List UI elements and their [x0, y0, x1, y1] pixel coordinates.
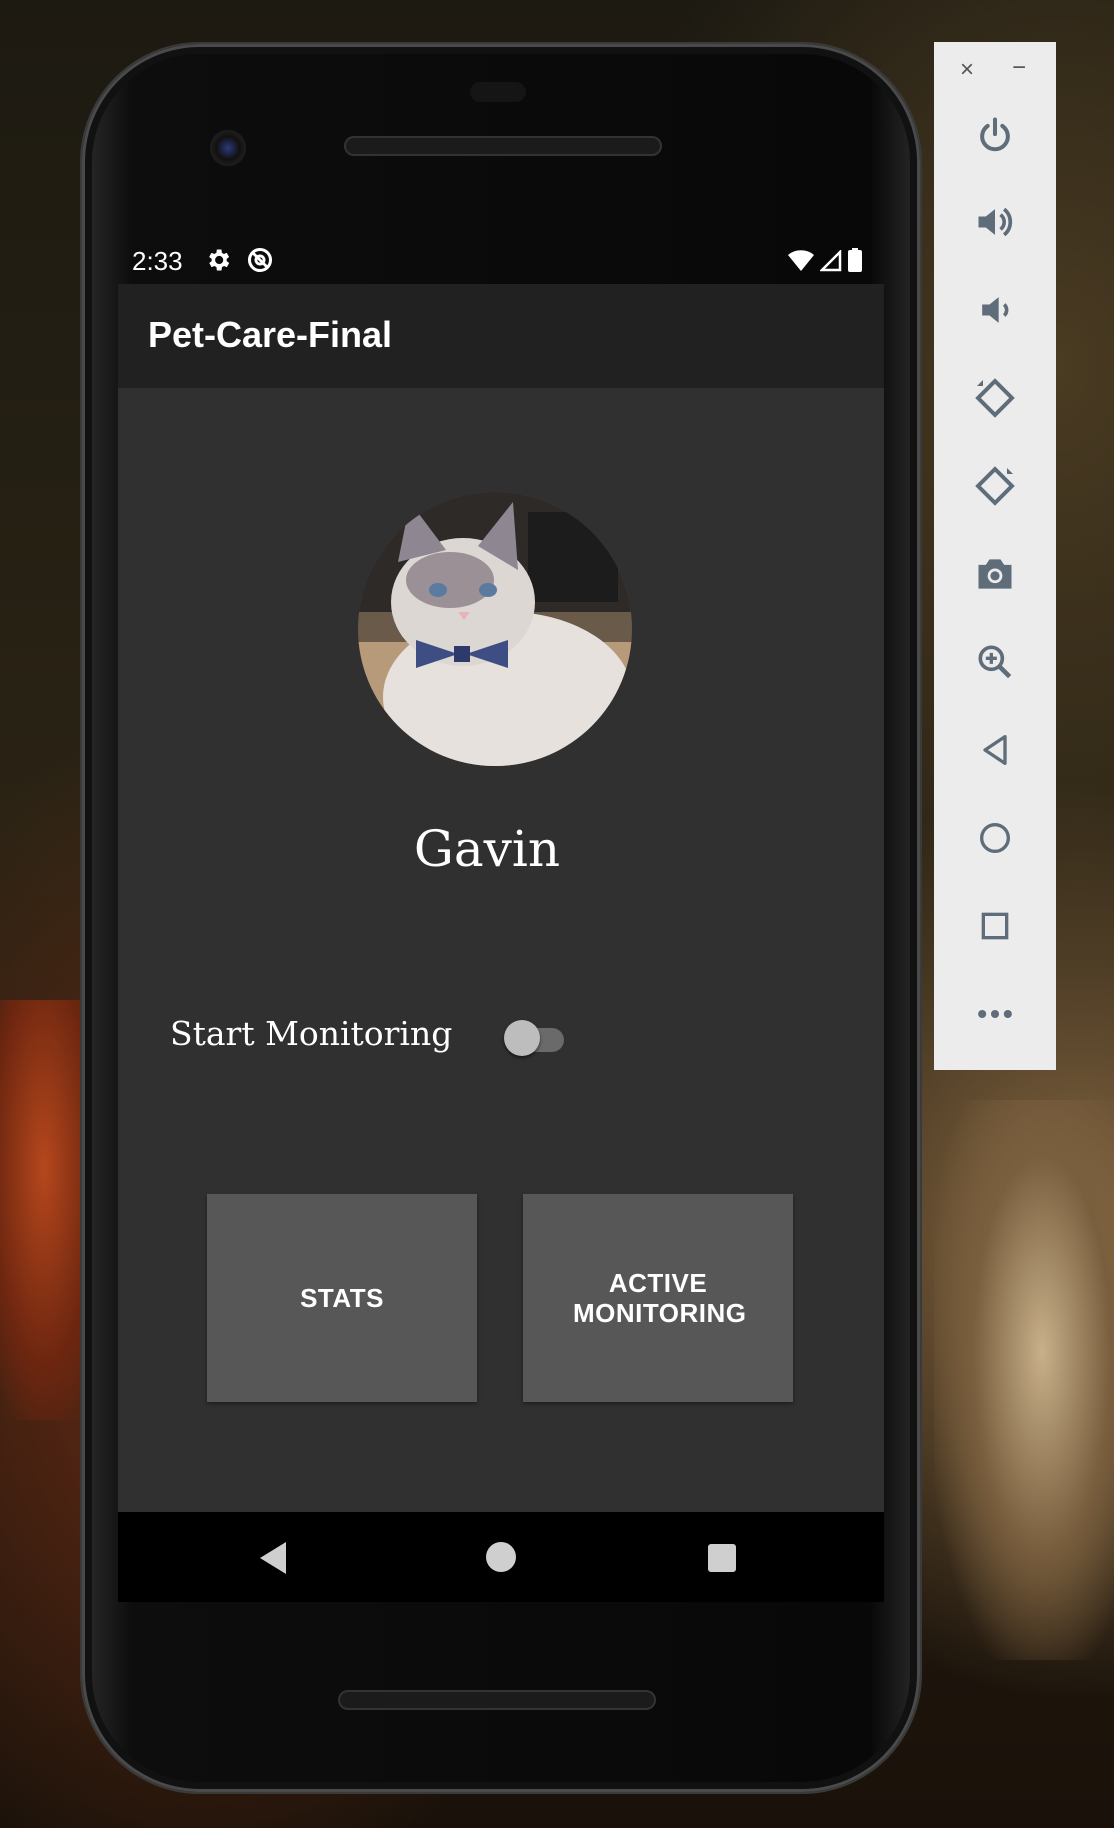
- volume-down-icon[interactable]: [965, 280, 1025, 340]
- app-bar: Pet-Care-Final: [118, 284, 884, 388]
- overview-icon[interactable]: [965, 896, 1025, 956]
- status-time: 2:33: [132, 246, 183, 276]
- active-monitoring-button-label: ACTIVE MONITORING: [573, 1268, 747, 1328]
- nav-back-icon[interactable]: [260, 1542, 286, 1574]
- vpn-at-icon: [247, 247, 273, 273]
- stats-button[interactable]: STATS: [207, 1194, 477, 1402]
- front-camera: [210, 130, 246, 166]
- more-icon[interactable]: [965, 984, 1025, 1044]
- start-monitoring-label: Start Monitoring: [170, 1014, 453, 1053]
- cat-photo-image: [358, 492, 632, 766]
- start-monitoring-switch[interactable]: [504, 1018, 564, 1056]
- settings-gear-icon: [209, 249, 230, 271]
- active-monitoring-button[interactable]: ACTIVE MONITORING: [523, 1194, 793, 1402]
- rotate-left-icon[interactable]: [965, 368, 1025, 428]
- close-icon[interactable]: ×: [960, 56, 974, 84]
- camera-icon[interactable]: [965, 544, 1025, 604]
- zoom-icon[interactable]: [965, 632, 1025, 692]
- home-icon[interactable]: [965, 808, 1025, 868]
- status-icons-left: [204, 246, 274, 274]
- volume-up-icon[interactable]: [965, 192, 1025, 252]
- wifi-icon: [788, 250, 814, 271]
- rotate-right-icon[interactable]: [965, 456, 1025, 516]
- main-content: Gavin Start Monitoring STATS ACTIVE MONI…: [118, 388, 884, 1512]
- power-icon[interactable]: [965, 106, 1025, 166]
- phone-top-slot: [470, 82, 526, 102]
- emulator-toolbar: × −: [934, 42, 1056, 1070]
- phone-bottom-speaker: [338, 1690, 656, 1710]
- minimize-icon[interactable]: −: [1012, 54, 1026, 82]
- background-figure: [934, 1100, 1114, 1660]
- status-icons-right: [788, 248, 862, 272]
- nav-recents-icon[interactable]: [708, 1544, 736, 1572]
- app-title: Pet-Care-Final: [148, 314, 393, 355]
- navigation-bar: [118, 1512, 884, 1602]
- nav-home-icon[interactable]: [486, 1542, 516, 1572]
- switch-thumb: [504, 1020, 540, 1056]
- phone-earpiece: [344, 136, 662, 156]
- signal-icon: [820, 250, 842, 272]
- emulator-window-controls: × −: [934, 42, 1056, 98]
- battery-icon: [848, 248, 862, 272]
- stats-button-label: STATS: [300, 1283, 384, 1313]
- back-icon[interactable]: [965, 720, 1025, 780]
- pet-avatar: [358, 492, 632, 766]
- pet-name: Gavin: [413, 820, 561, 878]
